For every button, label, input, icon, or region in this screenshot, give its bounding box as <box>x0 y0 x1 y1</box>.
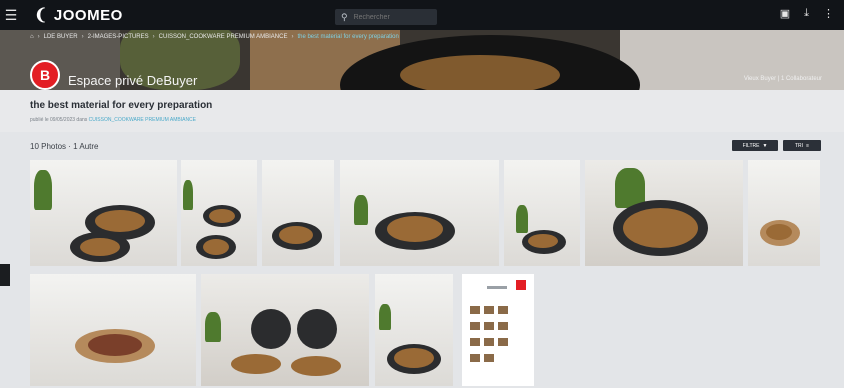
photo-thumbnail[interactable] <box>201 274 369 386</box>
breadcrumb-current: the best material for every preparation <box>297 34 399 40</box>
item-count: 10 Photos · 1 Autre <box>30 142 99 151</box>
filter-icon: ▼ <box>762 142 768 149</box>
photo-thumbnail[interactable] <box>262 160 334 266</box>
logo-mark-icon: ❨ <box>34 7 48 24</box>
breadcrumb-item[interactable]: LDE BUYER <box>44 34 78 40</box>
photo-thumbnail[interactable] <box>504 160 580 266</box>
search-input[interactable] <box>351 12 436 22</box>
photo-thumbnail[interactable] <box>748 160 820 266</box>
breadcrumb-item[interactable]: 2-IMAGES-PICTURES <box>88 34 149 40</box>
home-icon[interactable]: ⌂ <box>30 34 34 40</box>
top-bar: ☰ ❨ JOOMEO ⚲ ▣ ⤓ ⋮ <box>0 0 844 30</box>
brand-logo: B <box>30 60 60 90</box>
breadcrumb-item[interactable]: CUISSON_COOKWARE PREMIUM AMBIANCE <box>159 34 288 40</box>
photo-thumbnail[interactable] <box>585 160 743 266</box>
section-header: the best material for every preparation … <box>0 90 844 132</box>
filter-button[interactable]: FILTRE ▼ <box>732 140 778 151</box>
photo-thumbnail[interactable] <box>30 160 177 266</box>
published-tag[interactable]: CUISSON_COOKWARE PREMIUM AMBIANCE <box>89 117 196 123</box>
app-logo[interactable]: ❨ JOOMEO <box>34 5 123 25</box>
space-title: Espace privé DeBuyer <box>68 73 198 88</box>
photo-thumbnail[interactable] <box>181 160 257 266</box>
sort-button[interactable]: TRI ≡ <box>783 140 821 151</box>
more-vertical-icon[interactable]: ⋮ <box>823 7 834 20</box>
page-title: the best material for every preparation <box>30 100 213 111</box>
space-info[interactable]: Vieux Buyer | 1 Collaborateur <box>744 76 822 82</box>
download-icon[interactable]: ⤓ <box>804 7 809 20</box>
photo-thumbnail[interactable] <box>340 160 499 266</box>
monitor-icon[interactable]: ▣ <box>780 7 790 20</box>
document-thumbnail[interactable] <box>462 274 534 386</box>
breadcrumb: ⌂ › LDE BUYER › 2-IMAGES-PICTURES › CUIS… <box>30 34 399 40</box>
sort-icon: ≡ <box>806 142 809 149</box>
photo-thumbnail[interactable] <box>30 274 196 386</box>
hamburger-icon[interactable]: ☰ <box>0 0 22 30</box>
search-box[interactable]: ⚲ <box>335 9 437 25</box>
photo-thumbnail[interactable] <box>375 274 453 386</box>
side-tab <box>0 264 10 286</box>
search-icon: ⚲ <box>341 11 348 22</box>
published-info: publié le 09/05/2023 dans CUISSON_COOKWA… <box>30 117 197 123</box>
app-name: JOOMEO <box>53 6 123 24</box>
